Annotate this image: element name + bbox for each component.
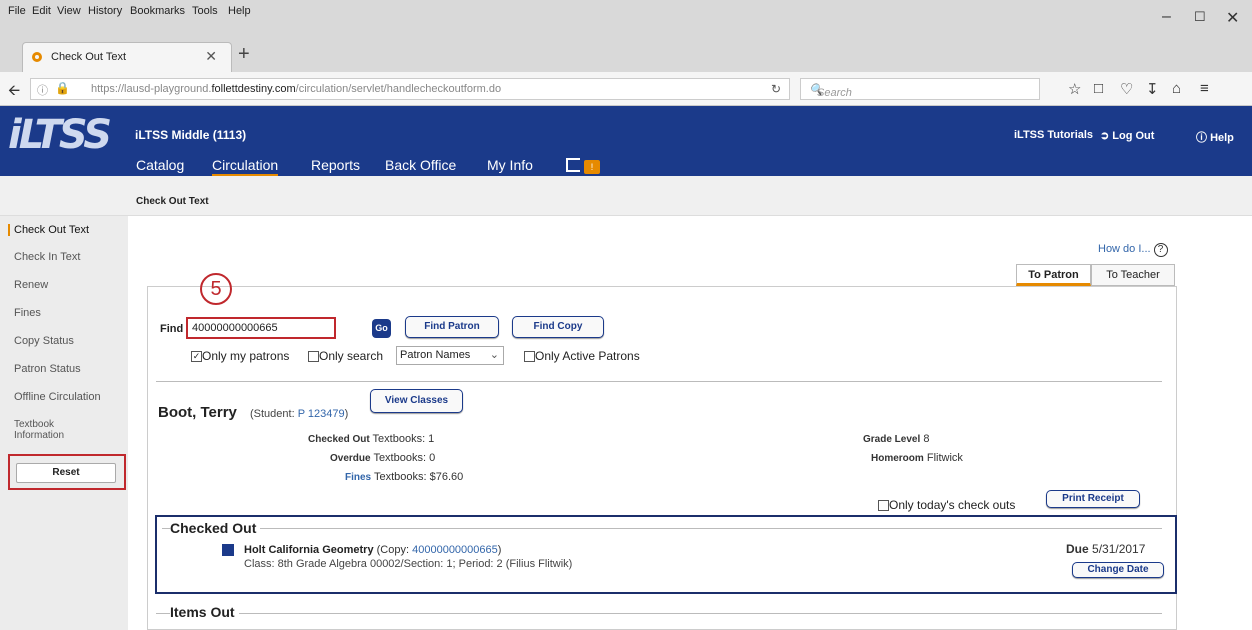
menu-history[interactable]: History — [88, 5, 122, 17]
search-placeholder: 🔍 Search — [809, 84, 852, 99]
homeroom: Homeroom Flitwick — [871, 452, 963, 464]
reading-list-icon[interactable]: □ — [1094, 80, 1103, 97]
sidebar-item-textbook-information[interactable]: Textbook Information — [14, 419, 104, 441]
question-icon: ? — [1153, 243, 1168, 257]
checked-out-heading: Checked Out — [170, 520, 261, 536]
only-search-option[interactable]: Only search — [308, 349, 383, 363]
logout-link[interactable]: ➲ Log Out — [1100, 129, 1154, 142]
patron-type: (Student: P 123479) — [250, 408, 349, 420]
url-bar[interactable]: ⓘ 🔒 https://lausd-playground.follettdest… — [30, 78, 790, 100]
divider — [156, 381, 1162, 382]
book-icon — [222, 544, 234, 556]
help-icon: ⓘ — [1196, 132, 1207, 144]
checked-out-stat: Checked Out Textbooks: 1 — [308, 433, 435, 445]
due-date: Due 5/31/2017 — [1066, 542, 1146, 556]
chevron-down-icon: ⌄ — [489, 349, 499, 361]
sidebar-item-check-in-text[interactable]: Check In Text — [14, 251, 80, 263]
maximize-icon[interactable]: ☐ — [1194, 9, 1206, 25]
only-my-patrons-option[interactable]: ✓ Only my patrons — [191, 349, 289, 363]
menu-bookmarks[interactable]: Bookmarks — [130, 5, 185, 17]
view-classes-button[interactable]: View Classes — [370, 389, 463, 413]
copy-barcode-link[interactable]: 40000000000665 — [412, 544, 498, 556]
browser-tab[interactable]: Check Out Text ✕ — [22, 42, 232, 72]
help-link[interactable]: ⓘ Help — [1196, 129, 1234, 145]
only-today-option[interactable]: Only today's check outs — [878, 498, 1015, 512]
nav-catalog[interactable]: Catalog — [136, 157, 184, 173]
only-my-patrons-checkbox[interactable]: ✓ — [191, 351, 202, 363]
sidebar-item-fines[interactable]: Fines — [14, 307, 41, 319]
change-date-button[interactable]: Change Date — [1072, 562, 1164, 578]
close-window-icon[interactable]: ✕ — [1226, 8, 1239, 28]
info-icon[interactable]: ⓘ — [37, 82, 48, 98]
bookmark-star-icon[interactable]: ☆ — [1068, 80, 1081, 98]
sidebar-item-copy-status[interactable]: Copy Status — [14, 335, 74, 347]
fines-link[interactable]: Fines — [345, 472, 371, 483]
close-tab-icon[interactable]: ✕ — [205, 48, 217, 65]
school-name: iLTSS Middle (1113) — [135, 128, 247, 142]
search-scope-select[interactable]: Patron Names ⌄ — [396, 346, 504, 365]
reset-button[interactable]: Reset — [16, 463, 116, 483]
fines-stat: Fines Textbooks: $76.60 — [345, 471, 464, 483]
sidebar-item-patron-status[interactable]: Patron Status — [14, 363, 81, 375]
notifications-flag-icon[interactable]: ! — [566, 158, 608, 176]
only-today-checkbox[interactable] — [878, 500, 889, 512]
menu-view[interactable]: View — [57, 5, 81, 17]
breadcrumb: Check Out Text — [136, 196, 209, 207]
only-search-checkbox[interactable] — [308, 351, 319, 363]
section-rule — [162, 528, 1162, 529]
menu-edit[interactable]: Edit — [32, 5, 51, 17]
tab-to-teacher[interactable]: To Teacher — [1091, 264, 1175, 286]
step-marker: 5 — [200, 273, 232, 305]
sidebar-item-renew[interactable]: Renew — [14, 279, 48, 291]
find-copy-button[interactable]: Find Copy — [512, 316, 604, 338]
logout-icon: ➲ — [1100, 130, 1110, 142]
nav-reports[interactable]: Reports — [311, 157, 360, 173]
tab-title: Check Out Text — [51, 51, 126, 63]
item-class: Class: 8th Grade Algebra 00002/Section: … — [244, 558, 573, 570]
print-receipt-button[interactable]: Print Receipt — [1046, 490, 1140, 508]
menu-help[interactable]: Help — [228, 5, 251, 17]
section-rule — [156, 613, 1162, 614]
nav-circulation[interactable]: Circulation — [212, 157, 279, 177]
pocket-icon[interactable]: ♡ — [1120, 80, 1133, 98]
new-tab-icon[interactable]: + — [238, 43, 250, 66]
back-icon[interactable]: 🡨 — [8, 80, 20, 105]
minimize-icon[interactable]: – — [1162, 8, 1171, 26]
favicon-icon — [32, 52, 42, 62]
tutorials-link[interactable]: iLTSS Tutorials — [1014, 129, 1093, 141]
hamburger-menu-icon[interactable]: ≡ — [1200, 80, 1209, 97]
browser-menubar — [0, 0, 1252, 34]
sidebar-item-check-out-text[interactable]: Check Out Text — [8, 224, 89, 236]
nav-back-office[interactable]: Back Office — [385, 157, 456, 173]
overdue-stat: Overdue Textbooks: 0 — [330, 452, 436, 464]
items-out-heading: Items Out — [170, 604, 239, 620]
only-active-checkbox[interactable] — [524, 351, 535, 363]
patron-name: Boot, Terry — [158, 404, 237, 421]
grade-level: Grade Level 8 — [863, 433, 930, 445]
only-active-option[interactable]: Only Active Patrons — [524, 349, 640, 363]
menu-tools[interactable]: Tools — [192, 5, 218, 17]
teacher-name: (Filius Flitwik) — [505, 558, 573, 570]
tab-to-patron[interactable]: To Patron — [1016, 264, 1091, 286]
reload-icon[interactable]: ↻ — [771, 82, 781, 96]
find-input[interactable]: 40000000000665 — [186, 317, 336, 339]
patron-id-link[interactable]: P 123479 — [298, 408, 345, 420]
url-text: https://lausd-playground.follettdestiny.… — [91, 83, 502, 95]
nav-my-info[interactable]: My Info — [487, 157, 533, 173]
how-do-i-link[interactable]: How do I...? — [1098, 243, 1168, 257]
find-label: Find — [160, 323, 184, 335]
lock-icon: 🔒 — [55, 81, 70, 95]
find-patron-button[interactable]: Find Patron — [405, 316, 499, 338]
download-icon[interactable]: ↧ — [1146, 80, 1159, 98]
sidebar-item-offline-circulation[interactable]: Offline Circulation — [14, 391, 101, 403]
menu-file[interactable]: File — [8, 5, 26, 17]
go-button[interactable]: Go — [372, 319, 391, 338]
item-title: Holt California Geometry (Copy: 40000000… — [244, 544, 502, 556]
search-input[interactable]: 🔍 Search — [800, 78, 1040, 100]
home-icon[interactable]: ⌂ — [1172, 80, 1181, 97]
app-logo: iLTSS — [8, 112, 112, 158]
notification-badge: ! — [584, 160, 600, 174]
